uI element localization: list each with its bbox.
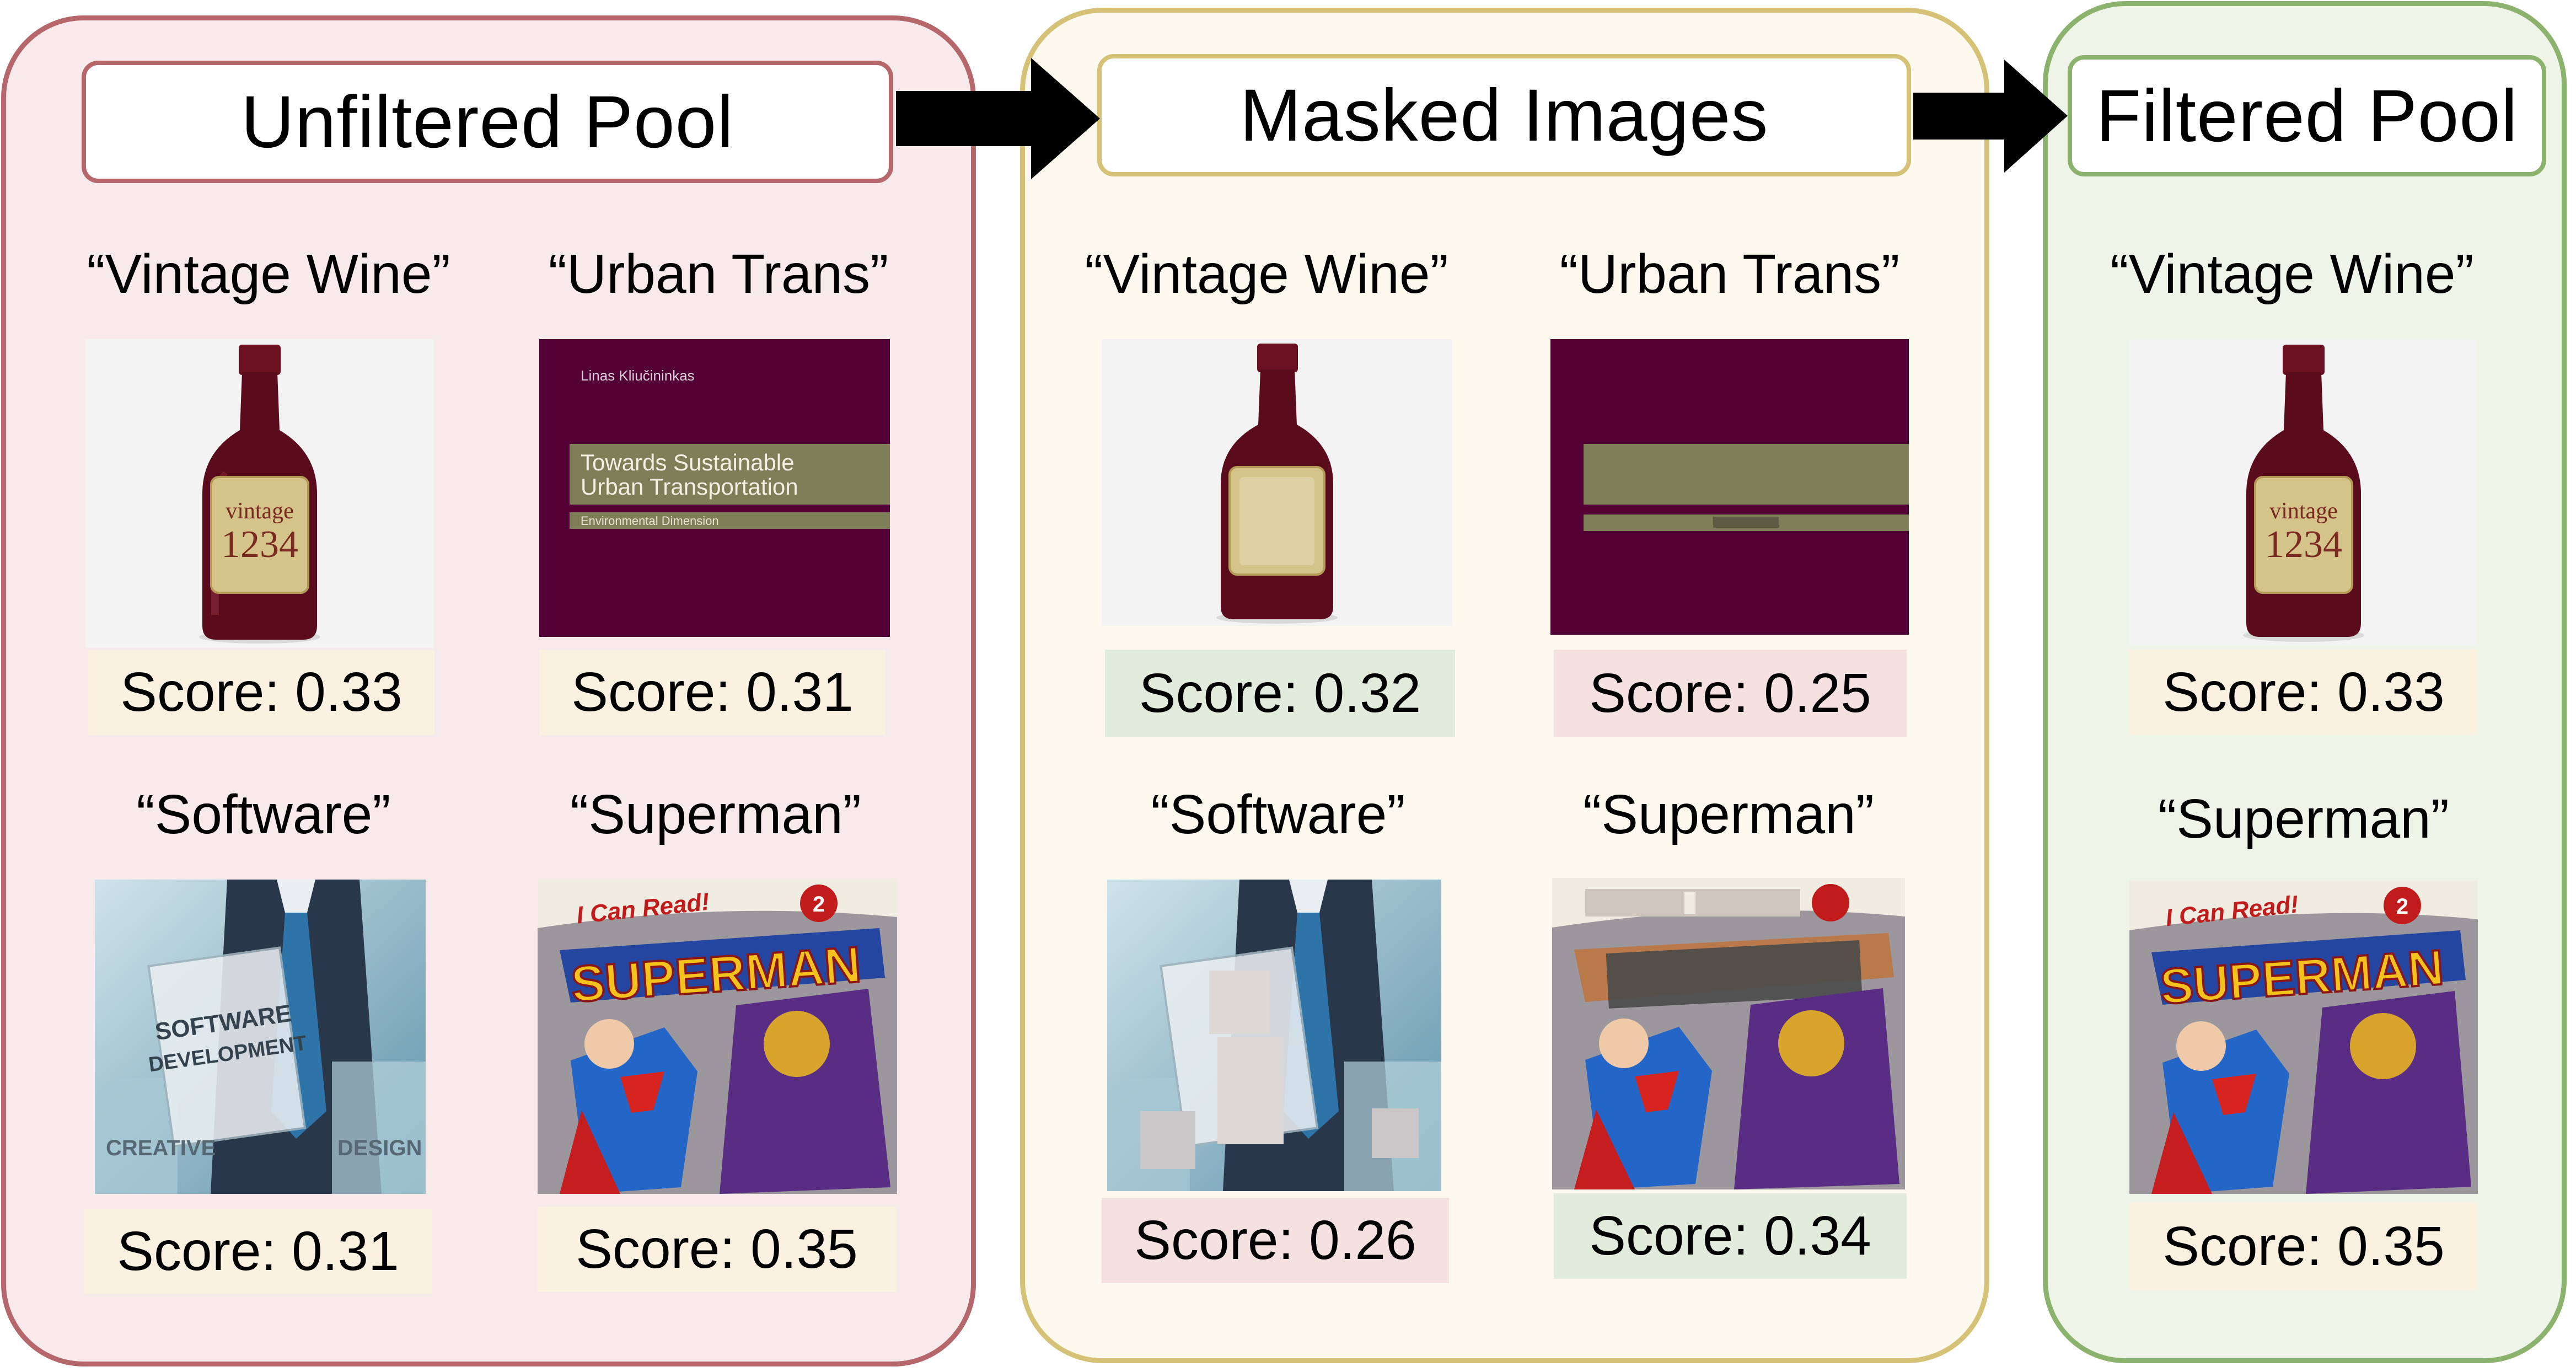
score-label: Score: 0.35 [538,1207,896,1292]
software-development-image: SOFTWARE DEVELOPMENT CREATIVE DESIGN [95,880,426,1194]
caption-urban-trans: “Urban Trans” [1559,243,1900,305]
masked-images-title: Masked Images [1097,54,1911,176]
score-label: Score: 0.35 [2129,1202,2478,1290]
book-title-line-1: Towards Sustainable [581,449,795,475]
caption-urban-trans: “Urban Trans” [548,243,889,305]
book-subtitle-text: Environmental Dimension [581,514,719,528]
arrow-icon [896,58,1100,179]
superman-comic-image: I Can Read! 2 SUPERMAN [2129,881,2478,1194]
wine-bottle-image: vintage 1234 [2129,339,2477,645]
wine-label-text: vintage [2269,499,2338,524]
caption-software: “Software” [1151,784,1405,845]
wine-label-number: 1234 [2265,523,2342,566]
caption-vintage-wine: “Vintage Wine” [87,243,450,305]
score-label: Score: 0.33 [2129,650,2478,735]
arrow-icon [1913,60,2068,173]
score-label: Score: 0.32 [1105,650,1455,737]
caption-superman: “Superman” [1583,784,1874,845]
design-text: DESIGN [337,1136,422,1160]
score-label: Score: 0.31 [84,1209,432,1294]
book-title-line-2: Urban Transportation [581,474,798,500]
score-label: Score: 0.25 [1554,650,1907,737]
masked-book-cover-image [1550,339,1909,635]
caption-superman: “Superman” [2158,788,2449,850]
caption-vintage-wine: “Vintage Wine” [1085,243,1448,305]
masked-software-image [1107,880,1441,1191]
level-badge-text: 2 [2396,894,2408,919]
masked-superman-comic-image [1552,878,1905,1189]
book-author-text: Linas Kliučininkas [581,367,695,384]
score-label: Score: 0.26 [1102,1198,1449,1283]
wine-bottle-image: vintage 1234 [85,339,434,648]
score-label: Score: 0.34 [1554,1193,1907,1279]
wine-label-number: 1234 [221,523,298,566]
book-cover-image: Linas Kliučininkas Towards Sustainable U… [539,339,890,637]
filtered-pool-title: Filtered Pool [2068,55,2546,176]
score-label: Score: 0.31 [539,650,886,735]
level-badge-text: 2 [813,892,825,917]
score-label: Score: 0.33 [88,650,434,735]
caption-vintage-wine: “Vintage Wine” [2110,243,2474,305]
unfiltered-pool-title: Unfiltered Pool [82,61,893,183]
caption-software: “Software” [136,784,391,845]
superman-comic-image: I Can Read! 2 SUPERMAN [538,878,897,1194]
masked-wine-bottle-image [1102,339,1452,626]
creative-text: CREATIVE [106,1136,216,1160]
wine-label-text: vintage [226,499,294,524]
caption-superman: “Superman” [570,784,861,845]
